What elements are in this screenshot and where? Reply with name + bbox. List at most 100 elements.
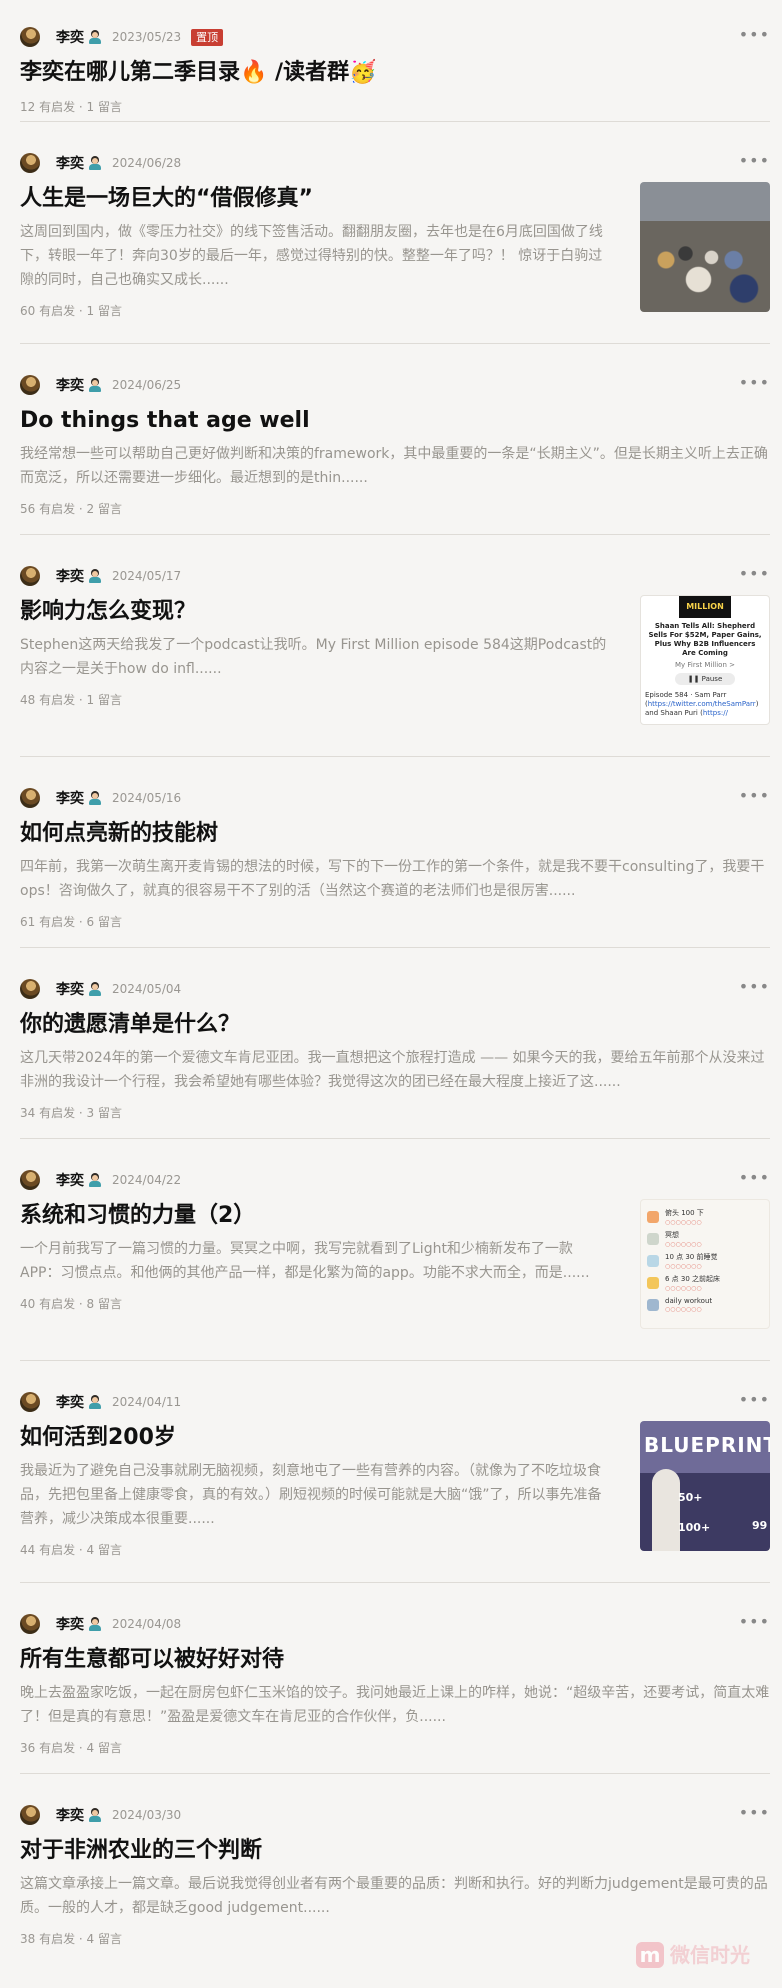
post-date: 2024/04/08	[112, 1617, 182, 1631]
habit-icon	[647, 1299, 659, 1311]
more-options-icon[interactable]: •••	[739, 787, 770, 805]
author-avatar[interactable]	[20, 566, 40, 586]
post-title[interactable]: 人生是一场巨大的“借假修真”	[20, 184, 610, 214]
habit-icon	[647, 1255, 659, 1267]
post-meta: 李奕 2024/04/11 •••	[20, 1391, 770, 1413]
more-options-icon[interactable]: •••	[739, 565, 770, 583]
post-date: 2024/05/17	[112, 569, 182, 583]
post-meta: 李奕 2024/05/17 •••	[20, 565, 770, 587]
post-date: 2024/04/22	[112, 1173, 182, 1187]
author-avatar[interactable]	[20, 375, 40, 395]
post-meta: 李奕 2024/04/08 •••	[20, 1613, 770, 1635]
post-item[interactable]: 李奕 2024/06/25 ••• Do things that age well 我经…	[20, 344, 770, 535]
blueprint-num: 100+	[678, 1521, 711, 1534]
author-name[interactable]: 李奕	[56, 1170, 84, 1190]
author-name[interactable]: 李奕	[56, 153, 84, 173]
watermark-text: 微信时光	[670, 1943, 750, 1967]
post-date: 2024/04/11	[112, 1395, 182, 1409]
post-title[interactable]: 所有生意都可以被好好对待	[20, 1645, 770, 1675]
post-excerpt[interactable]: 这篇文章承接上一篇文章。最后说我觉得创业者有两个最重要的品质：判断和执行。好的判…	[20, 1872, 770, 1920]
post-excerpt[interactable]: Stephen这两天给我发了一个podcast让我听。My First Mill…	[20, 633, 610, 681]
post-excerpt[interactable]: 一个月前我写了一篇习惯的力量。冥冥之中啊，我写完就看到了Light和少楠新发布了…	[20, 1237, 610, 1285]
person-emoji-icon	[88, 1395, 102, 1409]
author-avatar[interactable]	[20, 979, 40, 999]
more-options-icon[interactable]: •••	[739, 978, 770, 996]
author-avatar[interactable]	[20, 788, 40, 808]
post-thumbnail[interactable]: MILLION Shaan Tells All: Shepherd Sells F…	[640, 595, 770, 725]
post-title[interactable]: 如何点亮新的技能树	[20, 819, 770, 849]
post-item[interactable]: 李奕 2024/05/17 ••• 影响力怎么变现？ Stephen这两天给我发了一个p…	[20, 535, 770, 757]
post-title[interactable]: 你的遗愿清单是什么？	[20, 1010, 770, 1040]
more-options-icon[interactable]: •••	[739, 1391, 770, 1409]
author-avatar[interactable]	[20, 153, 40, 173]
post-item[interactable]: 李奕 2024/04/11 ••• 如何活到200岁我最近为了避免自己没事就刷无脑视频…	[20, 1361, 770, 1583]
author-name[interactable]: 李奕	[56, 979, 84, 999]
post-title[interactable]: Do things that age well	[20, 406, 770, 436]
podcast-show: My First Million >	[675, 661, 735, 669]
author-avatar[interactable]	[20, 27, 40, 47]
post-excerpt[interactable]: 这周回到国内，做《零压力社交》的线下签售活动。翻翻朋友圈，去年也是在6月底回国做…	[20, 220, 610, 292]
post-excerpt[interactable]: 这几天带2024年的第一个爱德文车肯尼亚团。我一直想把这个旅程打造成 —— 如果…	[20, 1046, 770, 1094]
post-item[interactable]: 李奕 2023/05/23 置顶 ••• 李奕在哪儿第二季目录🔥 /读者群🥳 12 有启发…	[20, 0, 770, 122]
author-name[interactable]: 李奕	[56, 1805, 84, 1825]
post-meta: 李奕 2023/05/23 置顶 •••	[20, 26, 770, 48]
post-meta: 李奕 2024/03/30 •••	[20, 1804, 770, 1826]
more-options-icon[interactable]: •••	[739, 26, 770, 44]
habit-icon	[647, 1277, 659, 1289]
person-emoji-icon	[88, 569, 102, 583]
post-item[interactable]: 李奕 2024/06/28 ••• 人生是一场巨大的“借假修真” 这周回到国内，做《零压…	[20, 122, 770, 344]
author-name[interactable]: 李奕	[56, 27, 84, 47]
post-stats: 36 有启发 · 4 留言	[20, 1741, 122, 1755]
person-emoji-icon	[88, 1173, 102, 1187]
post-excerpt[interactable]: 四年前，我第一次萌生离开麦肯锡的想法的时候，写下的下一份工作的第一个条件，就是我…	[20, 855, 770, 903]
post-excerpt[interactable]: 晚上去盈盈家吃饭，一起在厨房包虾仁玉米馅的饺子。我问她最近上课上的咋样，她说：“…	[20, 1681, 770, 1729]
person-emoji-icon	[88, 982, 102, 996]
post-stats: 61 有启发 · 6 留言	[20, 915, 122, 929]
pause-button: ❚❚ Pause	[675, 673, 735, 685]
post-title[interactable]: 系统和习惯的力量（2）	[20, 1201, 610, 1231]
post-stats: 34 有启发 · 3 留言	[20, 1106, 122, 1120]
post-item[interactable]: 李奕 2024/05/04 ••• 你的遗愿清单是什么？ 这几天带2024年的第一个爱德…	[20, 948, 770, 1139]
article-list-page: 李奕 2023/05/23 置顶 ••• 李奕在哪儿第二季目录🔥 /读者群🥳 12 有启发…	[0, 0, 782, 1988]
author-avatar[interactable]	[20, 1170, 40, 1190]
author-avatar[interactable]	[20, 1614, 40, 1634]
post-date: 2024/05/04	[112, 982, 182, 996]
post-item[interactable]: 李奕 2024/04/22 ••• 系统和习惯的力量（2） 一个月前我写了一篇习惯的力量…	[20, 1139, 770, 1361]
post-thumbnail[interactable]: BLUEPRINT 50+ 100+ 99	[640, 1421, 770, 1551]
author-name[interactable]: 李奕	[56, 1614, 84, 1634]
post-meta: 李奕 2024/05/04 •••	[20, 978, 770, 1000]
more-options-icon[interactable]: •••	[739, 152, 770, 170]
habit-icon	[647, 1233, 659, 1245]
person-emoji-icon	[88, 791, 102, 805]
post-item[interactable]: 李奕 2024/04/08 ••• 所有生意都可以被好好对待晚上去盈盈家吃饭，一起在厨…	[20, 1583, 770, 1774]
post-date: 2024/03/30	[112, 1808, 182, 1822]
post-excerpt[interactable]: 我最近为了避免自己没事就刷无脑视频，刻意地屯了一些有营养的内容。（就像为了不吃垃…	[20, 1459, 610, 1531]
author-avatar[interactable]	[20, 1805, 40, 1825]
more-options-icon[interactable]: •••	[739, 1169, 770, 1187]
post-item[interactable]: 李奕 2024/05/16 ••• 如何点亮新的技能树四年前，我第一次萌生离开麦肯锡的…	[20, 757, 770, 948]
more-options-icon[interactable]: •••	[739, 374, 770, 392]
author-name[interactable]: 李奕	[56, 566, 84, 586]
watermark-m-icon: m	[636, 1942, 664, 1968]
person-emoji-icon	[88, 378, 102, 392]
habit-row: daily workout ○○○○○○○	[647, 1294, 763, 1316]
more-options-icon[interactable]: •••	[739, 1613, 770, 1631]
author-name[interactable]: 李奕	[56, 1392, 84, 1412]
post-title[interactable]: 影响力怎么变现？	[20, 597, 610, 627]
person-figure	[652, 1469, 680, 1551]
post-date: 2024/05/16	[112, 791, 182, 805]
post-title[interactable]: 如何活到200岁	[20, 1423, 610, 1453]
post-thumbnail[interactable]: 俯头 100 下 ○○○○○○○ 冥想 ○○○○○○○ 10 点 30 前睡觉 ○○○○○…	[640, 1199, 770, 1329]
post-title[interactable]: 对于非洲农业的三个判断	[20, 1836, 770, 1866]
post-excerpt[interactable]: 我经常想一些可以帮助自己更好做判断和决策的framework，其中最重要的一条是…	[20, 442, 770, 490]
author-name[interactable]: 李奕	[56, 788, 84, 808]
post-item[interactable]: 李奕 2024/03/30 ••• 对于非洲农业的三个判断这篇文章承接上一篇文章。最后…	[20, 1774, 770, 1964]
more-options-icon[interactable]: •••	[739, 1804, 770, 1822]
author-avatar[interactable]	[20, 1392, 40, 1412]
blueprint-num: 50+	[678, 1491, 703, 1504]
post-date: 2023/05/23	[112, 30, 182, 44]
author-name[interactable]: 李奕	[56, 375, 84, 395]
watermark-logo: m 微信时光	[636, 1939, 750, 1968]
post-title[interactable]: 李奕在哪儿第二季目录🔥 /读者群🥳	[20, 58, 770, 88]
post-thumbnail[interactable]	[640, 182, 770, 312]
